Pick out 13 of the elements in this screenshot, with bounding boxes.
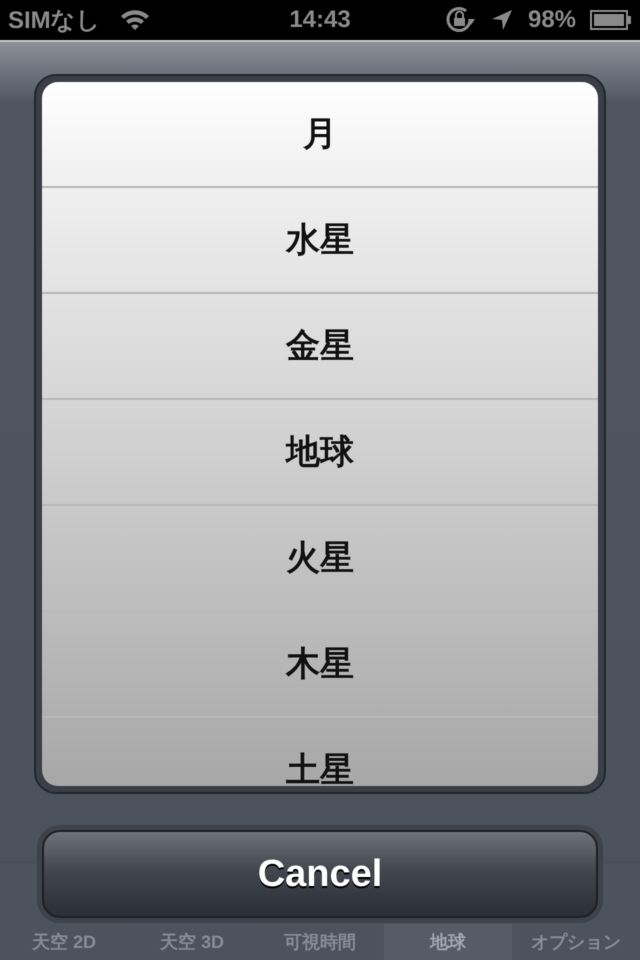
picker-row[interactable]: 金星 bbox=[42, 294, 598, 400]
rotation-lock-icon bbox=[444, 5, 476, 35]
location-arrow-icon bbox=[490, 8, 514, 32]
clock-time: 14:43 bbox=[289, 6, 351, 34]
wifi-icon bbox=[118, 8, 151, 32]
carrier-label: SIMなし bbox=[8, 6, 101, 36]
picker-row[interactable]: 火星 bbox=[42, 506, 598, 612]
picker-row[interactable]: 水星 bbox=[42, 188, 598, 294]
picker-row[interactable]: 月 bbox=[42, 82, 598, 188]
picker-row[interactable]: 地球 bbox=[42, 400, 598, 506]
picker-row[interactable]: 木星 bbox=[42, 612, 598, 718]
battery-icon bbox=[590, 10, 632, 30]
battery-percent: 98% bbox=[528, 6, 576, 34]
